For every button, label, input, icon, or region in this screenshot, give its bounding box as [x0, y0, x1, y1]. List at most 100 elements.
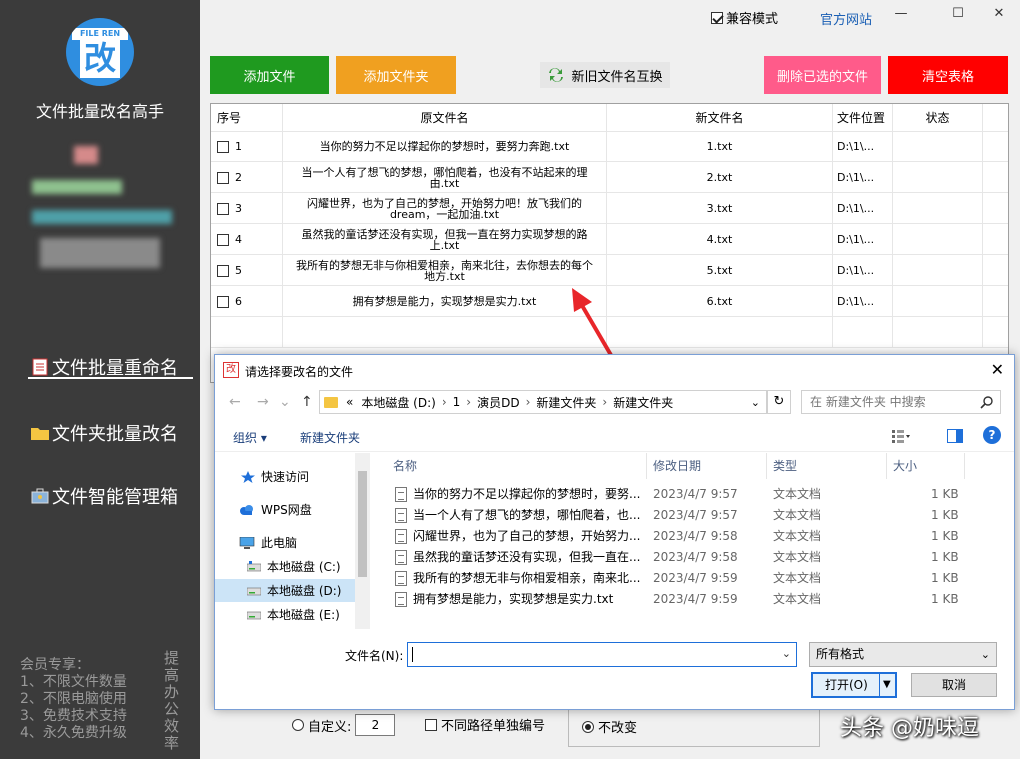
chevron-down-icon[interactable]: ⌄: [782, 647, 791, 660]
list-item[interactable]: 当你的努力不足以撑起你的梦想时，要努... 2023/4/7 9:57 文本文档…: [375, 484, 1013, 505]
nav-label: WPS网盘: [261, 503, 312, 517]
nav-drive-c[interactable]: 本地磁盘 (C:): [215, 555, 355, 578]
add-file-button[interactable]: 添加文件: [210, 56, 329, 94]
maximize-button[interactable]: ☐: [943, 6, 973, 26]
file-type: 文本文档: [773, 487, 822, 501]
nav-label: 快速访问: [261, 470, 310, 484]
nav-wps-cloud[interactable]: WPS网盘: [215, 498, 355, 521]
per-path-label: 不同路径单独编号: [441, 719, 546, 734]
table-row[interactable]: 1 当你的努力不足以撑起你的梦想时，要努力奔跑.txt 1.txt D:\1\.…: [211, 131, 1008, 162]
close-button[interactable]: ✕: [984, 6, 1014, 26]
address-dropdown-icon[interactable]: ⌄: [751, 396, 760, 409]
minimize-button[interactable]: —: [886, 6, 916, 26]
compat-checkbox[interactable]: [711, 11, 723, 24]
organize-menu[interactable]: 组织 ▾: [233, 429, 267, 446]
row-select[interactable]: 2: [211, 162, 283, 193]
back-arrow-icon[interactable]: ←: [229, 394, 241, 410]
delete-selected-button[interactable]: 删除已选的文件: [764, 56, 881, 94]
row-checkbox[interactable]: [217, 295, 229, 308]
open-label: 打开(O): [825, 678, 868, 692]
row-checkbox[interactable]: [217, 202, 229, 215]
row-new: 3.txt: [607, 193, 833, 224]
header-spacer: [983, 104, 1008, 132]
nav-drive-e[interactable]: 本地磁盘 (E:): [215, 603, 355, 626]
open-button[interactable]: 打开(O) ▼: [811, 672, 897, 698]
custom-start-option[interactable]: 自定义: 2: [292, 714, 396, 736]
unchanged-radio[interactable]: [582, 720, 594, 733]
address-bar[interactable]: « 本地磁盘 (D:) › 1 › 演员DD › 新建文件夹 › 新建文件夹 ⌄: [319, 390, 767, 414]
table-row[interactable]: 4 虽然我的童话梦还没有实现，但我一直在努力实现梦想的路上.txt 4.txt …: [211, 224, 1008, 255]
list-item[interactable]: 我所有的梦想无非与你相爱相亲，南来北... 2023/4/7 9:59 文本文档…: [375, 568, 1013, 589]
list-item[interactable]: 当一个人有了想飞的梦想，哪怕爬着，也... 2023/4/7 9:57 文本文档…: [375, 505, 1013, 526]
row-original: 我所有的梦想无非与你相爱相亲，南来北往，去你想去的每个地方.txt: [283, 255, 607, 286]
compat-mode-toggle[interactable]: 兼容模式: [711, 8, 778, 27]
breadcrumb-item[interactable]: 1: [449, 395, 465, 409]
header-location: 文件位置: [833, 104, 893, 132]
text-file-icon: [395, 592, 407, 607]
row-checkbox[interactable]: [217, 140, 229, 153]
row-original: 虽然我的童话梦还没有实现，但我一直在努力实现梦想的路上.txt: [283, 224, 607, 255]
row-select[interactable]: 6: [211, 286, 283, 317]
list-item[interactable]: 虽然我的童话梦还没有实现，但我一直在... 2023/4/7 9:58 文本文档…: [375, 547, 1013, 568]
nav-drive-d[interactable]: 本地磁盘 (D:): [215, 579, 355, 602]
breadcrumb-prefix[interactable]: «: [342, 395, 357, 409]
preview-pane-icon[interactable]: [947, 429, 963, 443]
scroll-thumb[interactable]: [358, 471, 367, 577]
forward-arrow-icon[interactable]: →: [257, 394, 269, 410]
nav-quick-access[interactable]: 快速访问: [215, 465, 355, 488]
per-path-checkbox[interactable]: [425, 718, 437, 731]
file-type: 文本文档: [773, 592, 822, 606]
new-folder-button[interactable]: 新建文件夹: [300, 429, 360, 446]
col-size[interactable]: 大小: [887, 453, 965, 479]
nav-label: 此电脑: [261, 536, 298, 550]
breadcrumb-item[interactable]: 演员DD: [473, 394, 523, 411]
nav-this-pc[interactable]: 此电脑: [215, 531, 355, 554]
file-name: 我所有的梦想无非与你相爱相亲，南来北...: [413, 571, 641, 585]
refresh-button[interactable]: ↻: [767, 390, 791, 414]
row-spacer: [983, 286, 1008, 317]
col-name[interactable]: 名称: [375, 453, 647, 479]
row-checkbox[interactable]: [217, 171, 229, 184]
filename-input[interactable]: ⌄: [407, 642, 797, 667]
breadcrumb-item[interactable]: 本地磁盘 (D:): [357, 394, 439, 411]
swap-icon: [549, 68, 564, 82]
nav-scrollbar[interactable]: [355, 453, 370, 629]
member-line: 会员专享：: [20, 657, 90, 673]
help-icon[interactable]: ?: [983, 426, 1001, 444]
custom-radio[interactable]: [292, 719, 304, 731]
recent-chevron-icon[interactable]: ⌄: [279, 394, 291, 410]
up-arrow-icon[interactable]: ↑: [301, 394, 313, 410]
cancel-button[interactable]: 取消: [911, 673, 997, 697]
col-date[interactable]: 修改日期: [647, 453, 767, 479]
official-site-link[interactable]: 官方网站: [820, 9, 872, 28]
row-checkbox[interactable]: [217, 264, 229, 277]
swap-names-button[interactable]: 新旧文件名互换: [540, 62, 670, 88]
nav-file-manager[interactable]: 文件智能管理箱: [30, 483, 178, 509]
breadcrumb-item[interactable]: 新建文件夹: [609, 394, 677, 411]
col-type[interactable]: 类型: [767, 453, 887, 479]
row-select[interactable]: 3: [211, 193, 283, 224]
list-item[interactable]: 拥有梦想是能力，实现梦想是实力.txt 2023/4/7 9:59 文本文档 1…: [375, 589, 1013, 610]
nav-folder-rename[interactable]: 文件夹批量改名: [30, 420, 178, 446]
table-row[interactable]: 2 当一个人有了想飞的梦想，哪怕爬着，也没有不站起来的理由.txt 2.txt …: [211, 162, 1008, 193]
search-input[interactable]: 在 新建文件夹 中搜索: [801, 390, 1001, 414]
caret-down-icon[interactable]: ▼: [883, 674, 891, 696]
per-path-numbering-option[interactable]: 不同路径单独编号: [425, 715, 545, 734]
row-location: D:\1\...: [833, 286, 893, 317]
add-folder-button[interactable]: 添加文件夹: [336, 56, 456, 94]
row-checkbox[interactable]: [217, 233, 229, 246]
unchanged-option[interactable]: 不改变: [582, 717, 637, 736]
breadcrumb-item[interactable]: 新建文件夹: [532, 394, 600, 411]
list-item[interactable]: 闪耀世界，也为了自己的梦想，开始努力... 2023/4/7 9:58 文本文档…: [375, 526, 1013, 547]
table-row[interactable]: 3 闪耀世界，也为了自己的梦想，开始努力吧！放飞我们的dream，一起加油.tx…: [211, 193, 1008, 224]
view-options-icon[interactable]: [892, 429, 910, 443]
row-select[interactable]: 1: [211, 131, 283, 162]
row-new: 2.txt: [607, 162, 833, 193]
row-select[interactable]: 4: [211, 224, 283, 255]
file-type-filter[interactable]: 所有格式 ⌄: [809, 642, 997, 667]
dialog-close-button[interactable]: ✕: [991, 360, 1004, 379]
app-title: 文件批量改名高手: [35, 102, 164, 121]
custom-start-input[interactable]: 2: [355, 714, 396, 736]
row-select[interactable]: 5: [211, 255, 283, 286]
clear-table-button[interactable]: 清空表格: [888, 56, 1008, 94]
